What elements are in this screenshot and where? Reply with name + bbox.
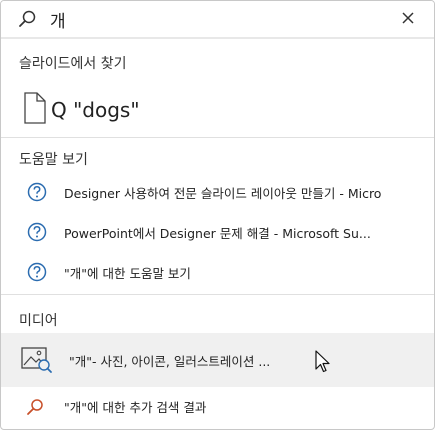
more-search-results-item[interactable]: "개"에 대한 추가 검색 결과: [1, 391, 434, 421]
find-section-title: 슬라이드에서 찾기: [19, 56, 127, 72]
find-query-text: "dogs": [73, 98, 140, 122]
more-results-text: "개"에 대한 추가 검색 결과: [64, 400, 207, 415]
help-icon: [27, 262, 47, 282]
search-icon: [19, 10, 36, 27]
search-input[interactable]: 개: [50, 7, 66, 32]
media-search-item[interactable]: "개"- 사진, 아이콘, 일러스트레이션 ...: [1, 333, 434, 387]
help-icon: [27, 222, 47, 242]
help-item-label: Designer 사용하여 전문 슬라이드 레이아웃 만들기 - Micro: [64, 186, 382, 201]
help-item-troubleshoot[interactable]: PowerPoint에서 Designer 문제 해결 - Microsoft …: [1, 217, 434, 247]
search-icon: [27, 399, 43, 415]
find-dogs-text: Q "dogs": [51, 98, 140, 122]
search-dropdown-panel: 개 슬라이드에서 찾기 Q "dogs" 도움말 보기 Designer 사용하…: [0, 0, 435, 430]
find-dogs-item[interactable]: Q "dogs": [19, 89, 319, 129]
help-item-label: PowerPoint에서 Designer 문제 해결 - Microsoft …: [64, 226, 371, 241]
help-icon: [27, 182, 47, 202]
media-section-title: 미디어: [19, 313, 58, 329]
help-item-label: "개"에 대한 도움말 보기: [64, 266, 191, 281]
document-search-icon: [24, 92, 46, 124]
mouse-cursor-icon: [315, 350, 330, 373]
help-section-title: 도움말 보기: [19, 152, 88, 168]
media-search-text: "개"- 사진, 아이콘, 일러스트레이션 ...: [69, 354, 271, 369]
close-icon[interactable]: [400, 10, 416, 26]
divider: [1, 294, 434, 295]
help-item-view-help[interactable]: "개"에 대한 도움말 보기: [1, 257, 434, 287]
image-search-icon: [21, 347, 52, 373]
search-bar[interactable]: 개: [1, 1, 434, 39]
help-item-designer[interactable]: Designer 사용하여 전문 슬라이드 레이아웃 만들기 - Micro: [1, 177, 434, 207]
divider: [1, 137, 434, 138]
